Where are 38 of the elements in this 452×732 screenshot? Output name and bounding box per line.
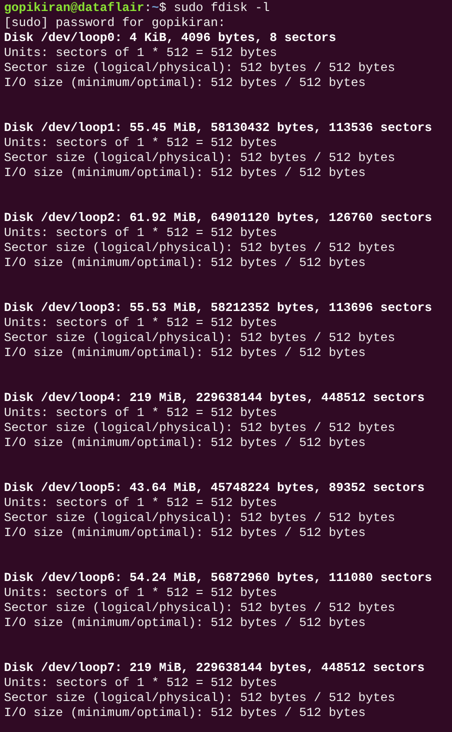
output-line: Units: sectors of 1 * 512 = 512 bytes <box>4 136 278 151</box>
output-line: Sector size (logical/physical): 512 bytes / 512 bytes <box>4 331 396 346</box>
output-line: I/O size (minimum/optimal): 512 bytes / 512 bytes <box>4 616 366 631</box>
output-line: Units: sectors of 1 * 512 = 512 bytes <box>4 586 278 601</box>
prompt-user-host: gopikiran@dataflair <box>4 1 144 16</box>
output-line: Sector size (logical/physical): 512 bytes / 512 bytes <box>4 511 396 526</box>
disk-header: Disk /dev/loop3: 55.53 MiB, 58212352 bytes, 113696 sectors <box>4 301 432 316</box>
output-line: I/O size (minimum/optimal): 512 bytes / 512 bytes <box>4 166 366 181</box>
output-line: Sector size (logical/physical): 512 bytes / 512 bytes <box>4 601 396 616</box>
output-line: I/O size (minimum/optimal): 512 bytes / 512 bytes <box>4 436 366 451</box>
output-line: Units: sectors of 1 * 512 = 512 bytes <box>4 316 278 331</box>
disk-header: Disk /dev/loop1: 55.45 MiB, 58130432 bytes, 113536 sectors <box>4 121 432 136</box>
output-line: I/O size (minimum/optimal): 512 bytes / 512 bytes <box>4 76 366 91</box>
prompt-path: ~ <box>152 1 159 16</box>
output-line: Sector size (logical/physical): 512 bytes / 512 bytes <box>4 421 396 436</box>
output-line: Units: sectors of 1 * 512 = 512 bytes <box>4 496 278 511</box>
output-line: [sudo] password for gopikiran: <box>4 16 226 31</box>
output-line: I/O size (minimum/optimal): 512 bytes / 512 bytes <box>4 256 366 271</box>
disk-header: Disk /dev/loop2: 61.92 MiB, 64901120 bytes, 126760 sectors <box>4 211 432 226</box>
disk-header: Disk /dev/loop7: 219 MiB, 229638144 bytes, 448512 sectors <box>4 661 425 676</box>
output-line: Sector size (logical/physical): 512 bytes / 512 bytes <box>4 241 396 256</box>
output-line: Sector size (logical/physical): 512 bytes / 512 bytes <box>4 691 396 706</box>
prompt-separator: : <box>144 1 152 16</box>
output-line: Units: sectors of 1 * 512 = 512 bytes <box>4 676 278 691</box>
output-line: I/O size (minimum/optimal): 512 bytes / 512 bytes <box>4 346 366 361</box>
prompt-symbol: $ <box>159 1 166 16</box>
output-line: Units: sectors of 1 * 512 = 512 bytes <box>4 226 278 241</box>
disk-header: Disk /dev/loop4: 219 MiB, 229638144 bytes, 448512 sectors <box>4 391 425 406</box>
output-line: Sector size (logical/physical): 512 bytes / 512 bytes <box>4 151 396 166</box>
command-text: sudo fdisk -l <box>172 1 270 16</box>
output-line: I/O size (minimum/optimal): 512 bytes / 512 bytes <box>4 706 366 721</box>
output-line: Units: sectors of 1 * 512 = 512 bytes <box>4 406 278 421</box>
output-line: Units: sectors of 1 * 512 = 512 bytes <box>4 46 278 61</box>
output-line: Sector size (logical/physical): 512 bytes / 512 bytes <box>4 61 396 76</box>
disk-header: Disk /dev/loop0: 4 KiB, 4096 bytes, 8 sectors <box>4 31 336 46</box>
disk-header: Disk /dev/loop6: 54.24 MiB, 56872960 bytes, 111080 sectors <box>4 571 432 586</box>
disk-header: Disk /dev/loop5: 43.64 MiB, 45748224 bytes, 89352 sectors <box>4 481 425 496</box>
output-line: I/O size (minimum/optimal): 512 bytes / 512 bytes <box>4 526 366 541</box>
